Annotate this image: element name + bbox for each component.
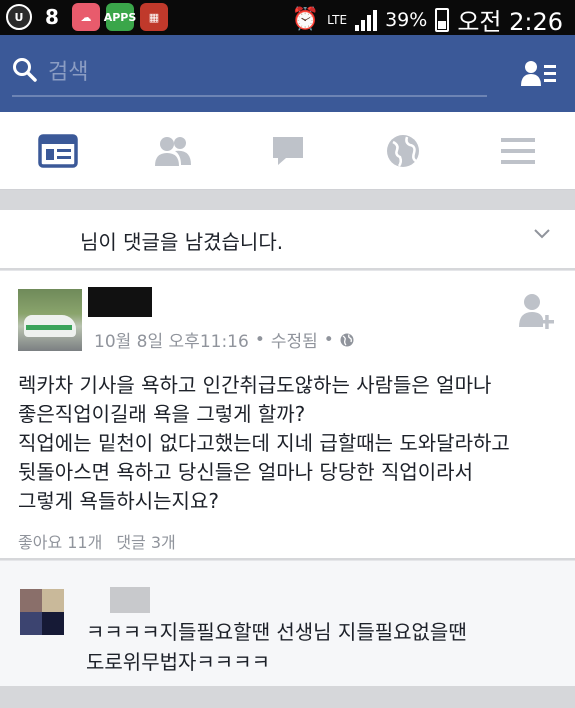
battery-percent: 39% [385,8,428,31]
comment-notification-header[interactable]: 님이 댓글을 남겼습니다. [0,210,575,268]
globe-privacy-icon[interactable] [340,333,354,347]
search-input[interactable]: 검색 [12,45,487,97]
post-body: 렉카차 기사을 욕하고 인간취급도않하는 사람들은 얼마나 좋은직업이길래 욕을… [18,371,563,516]
post-line: 그렇게 욕들하시는지요? [18,489,219,513]
network-type: LTE [327,12,348,27]
u-app-icon: U [6,4,32,30]
system-status: ⏰ LTE 39% 오전 2:26 [292,2,563,37]
signal-icon [355,9,378,31]
likes-count[interactable]: 좋아요 11개 [18,529,102,553]
author-name-redacted[interactable] [88,287,152,317]
news-feed-icon [37,134,78,168]
apps-icon: APPS [104,3,136,31]
top-bar: 검색 [0,35,575,112]
comment-line: ㅋㅋㅋㅋ지들필요할땐 선생님 지들필요없을땐 [86,620,467,644]
comments-count[interactable]: 댓글 3개 [116,529,175,553]
menu-icon [500,138,535,164]
commenter-name-redacted[interactable] [110,587,150,613]
notification-icons: U 8 ☁ APPS ▦ [6,3,168,31]
link-icon: 8 [45,5,59,29]
tab-more[interactable] [460,112,575,190]
post-meta: 10월 8일 오후11:16 • 수정됨 • [94,327,354,352]
post-line: 직업에는 밑천이 없다고했는데 지네 급할때는 도와달라하고 [18,431,510,455]
notification-text: 님이 댓글을 남겼습니다. [80,230,284,254]
chat-bubble-icon [272,137,303,165]
post-edited-label[interactable]: 수정됨 [271,327,318,352]
chevron-down-icon[interactable] [533,228,551,240]
tab-friend-requests[interactable] [115,112,230,190]
friends-list-icon[interactable] [521,59,557,87]
globe-icon [386,135,419,167]
profile-photo[interactable] [18,289,82,351]
alarm-icon: ⏰ [291,7,320,32]
comment-text: ㅋㅋㅋㅋ지들필요할땐 선생님 지들필요없을땐 도로위무법자ㅋㅋㅋㅋ [86,617,467,677]
tab-messages[interactable] [230,112,345,190]
feed-divider [0,686,575,708]
clock: 오전 2:26 [457,8,563,36]
search-placeholder: 검색 [48,60,89,85]
post-line: 좋은직업이길래 욕을 그렇게 할까? [18,402,306,426]
post-line: 뒷돌아스면 욕하고 당신들은 얼마나 당당한 직업이라서 [18,460,473,484]
post-stats: 좋아요 11개 댓글 3개 [18,529,176,553]
search-icon [13,58,37,82]
comment-section: ㅋㅋㅋㅋ지들필요할땐 선생님 지들필요없을땐 도로위무법자ㅋㅋㅋㅋ [0,560,575,686]
tab-bar [0,112,575,190]
status-bar: U 8 ☁ APPS ▦ ⏰ LTE 39% 오전 2:26 [0,0,575,37]
battery-icon [435,7,450,32]
post-card: 10월 8일 오후11:16 • 수정됨 • 렉카차 기사을 욕하고 인간취급도… [0,270,575,558]
friends-icon [154,137,191,166]
post-date[interactable]: 10월 8일 오후11:16 [94,327,249,352]
comment-line: 도로위무법자ㅋㅋㅋㅋ [86,650,270,674]
video-app-icon: ▦ [140,3,168,31]
commenter-avatar[interactable] [20,589,64,635]
tow-truck-stripe [26,325,72,330]
post-line: 렉카차 기사을 욕하고 인간취급도않하는 사람들은 얼마나 [18,373,492,397]
cloud-app-icon: ☁ [72,3,100,31]
tab-notifications[interactable] [345,112,460,190]
meta-separator: • [323,329,334,350]
meta-separator: • [254,329,265,350]
add-friend-icon[interactable] [519,293,555,331]
tab-news-feed[interactable] [0,112,115,190]
